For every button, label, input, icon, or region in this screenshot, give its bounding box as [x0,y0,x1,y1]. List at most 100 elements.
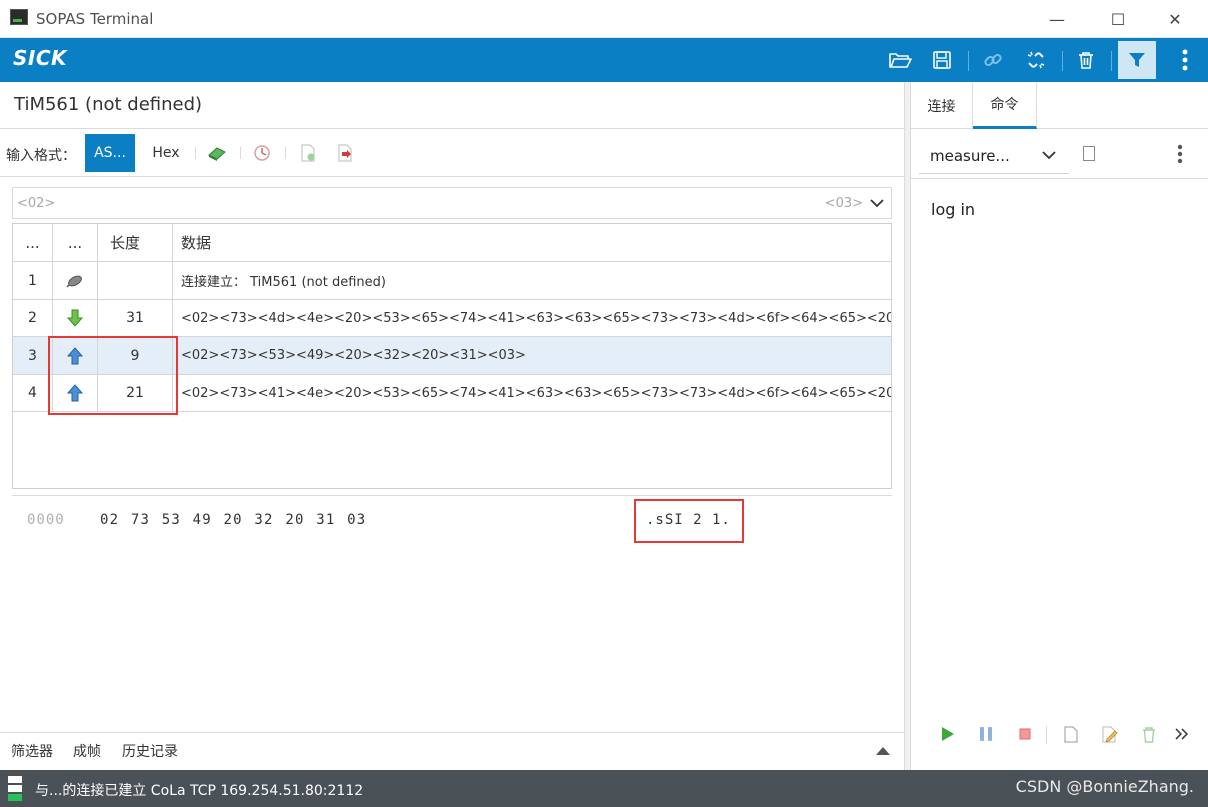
status-text: 与...的连接已建立 CoLa TCP 169.254.51.80:2112 [35,783,364,799]
row-length: 31 [98,300,173,336]
folder-open-icon [889,53,912,68]
hex-offset: 0000 [27,512,65,528]
tab-history[interactable]: 历史记录 [122,741,178,761]
new-script-button[interactable] [1061,724,1081,744]
column-header-length[interactable]: 长度 [98,224,173,261]
tab-command[interactable]: 命令 [973,82,1037,129]
save-icon [933,51,951,69]
row-length [98,262,173,299]
trash-icon [1079,52,1093,69]
send-button[interactable] [207,143,227,163]
tab-connection[interactable]: 连接 [911,82,973,129]
column-header-index[interactable]: ... [13,224,53,261]
delete-script-button[interactable] [1139,724,1159,744]
clear-button[interactable] [1069,43,1103,77]
trash-icon [1143,726,1155,743]
more-menu-button[interactable] [1168,43,1202,77]
pause-icon [980,727,992,741]
direction-cell [53,262,98,299]
brand-logo: SICK [13,46,68,70]
expand-more-button[interactable] [1172,724,1192,744]
main-toolbar: SICK [0,38,1208,82]
direction-cell [53,300,98,336]
link-icon [984,53,1002,67]
filter-icon [1129,53,1145,67]
more-vertical-icon[interactable] [1177,144,1183,164]
input-prefix: <02> [17,196,56,211]
row-data: <02><73><41><4e><20><53><65><74><41><63>… [181,385,891,401]
table-row[interactable]: 1 连接建立： TiM561 (not defined) [13,262,891,300]
command-text: log in [931,200,976,219]
pause-button[interactable] [976,724,996,744]
play-icon [942,727,954,741]
row-index: 3 [13,337,53,374]
maximize-button[interactable]: ☐ [1095,4,1141,34]
unlink-icon [1027,51,1045,69]
command-pane: 连接 命令 measure... log in [911,82,1208,770]
ascii-format-button[interactable]: AS... [85,134,135,172]
edit-script-button[interactable] [1100,724,1120,744]
stop-icon [1019,728,1031,740]
save-button[interactable] [925,43,959,77]
connection-status-icon [8,776,22,801]
eraser-icon [208,147,226,161]
close-button[interactable]: ✕ [1152,4,1198,34]
annotation-highlight [48,336,178,415]
right-tab-bar: 连接 命令 [911,82,1208,129]
arrow-down-icon [67,309,83,327]
bottom-tab-bar: 筛选器 成帧 历史记录 [0,732,904,770]
cycle-send-button[interactable] [252,143,272,163]
row-index: 1 [13,262,53,299]
edit-icon [1102,726,1118,743]
row-index: 2 [13,300,53,336]
input-format-label: 输入格式： [6,148,76,164]
column-header-direction[interactable]: ... [53,224,98,261]
row-data: 连接建立： TiM561 (not defined) [181,275,386,290]
tab-filter[interactable]: 筛选器 [11,741,53,761]
stop-button[interactable] [1015,724,1035,744]
command-select[interactable]: measure... [919,138,1069,174]
input-format-bar: 输入格式： AS... Hex [0,129,904,177]
disconnect-button[interactable] [1019,43,1053,77]
document-add-icon [301,144,315,162]
command-select-value: measure... [930,147,1010,165]
window-title-bar: SOPAS Terminal — ☐ ✕ [0,0,1208,38]
app-icon [10,9,28,25]
hex-view-divider [12,495,892,496]
input-suffix: <03> [824,196,863,211]
watermark: CSDN @BonnieZhang. [1015,777,1194,796]
status-bar: 与...的连接已建立 CoLa TCP 169.254.51.80:2112 C… [0,770,1208,807]
hex-bytes: 02 73 53 49 20 32 20 31 03 [100,512,367,528]
column-header-data[interactable]: 数据 [173,224,891,261]
document-icon [1064,726,1078,742]
import-button[interactable] [298,143,318,163]
terminal-pane: TiM561 (not defined) 输入格式： AS... Hex <02… [0,82,904,770]
command-input[interactable]: <02> <03> [12,187,892,219]
double-chevron-right-icon [1175,728,1189,740]
row-data: <02><73><53><49><20><32><20><31><03> [181,348,526,363]
open-button[interactable] [883,43,917,77]
filter-button[interactable] [1118,41,1156,79]
more-vertical-icon [1182,49,1188,71]
collapse-up-icon[interactable] [876,747,890,755]
tab-framing[interactable]: 成帧 [73,741,101,761]
table-header: ... ... 长度 数据 [13,224,891,262]
annotation-highlight [634,499,744,543]
new-document-icon[interactable] [1083,146,1095,161]
minimize-button[interactable]: — [1034,4,1080,34]
device-title: TiM561 (not defined) [14,94,203,115]
row-data: <02><73><4d><4e><20><53><65><74><41><63>… [181,310,891,326]
window-title: SOPAS Terminal [36,10,154,28]
plug-icon [66,275,82,288]
pane-splitter[interactable] [904,82,911,770]
document-export-icon [338,144,352,162]
chevron-down-icon [1042,151,1056,160]
timer-icon [254,145,270,161]
row-index: 4 [13,375,53,411]
connect-button[interactable] [976,43,1010,77]
play-button[interactable] [937,724,957,744]
export-button[interactable] [335,143,355,163]
hex-format-button[interactable]: Hex [143,134,189,172]
table-row[interactable]: 2 31 <02><73><4d><4e><20><53><65><74><41… [13,300,891,337]
chevron-down-icon[interactable] [869,196,885,210]
